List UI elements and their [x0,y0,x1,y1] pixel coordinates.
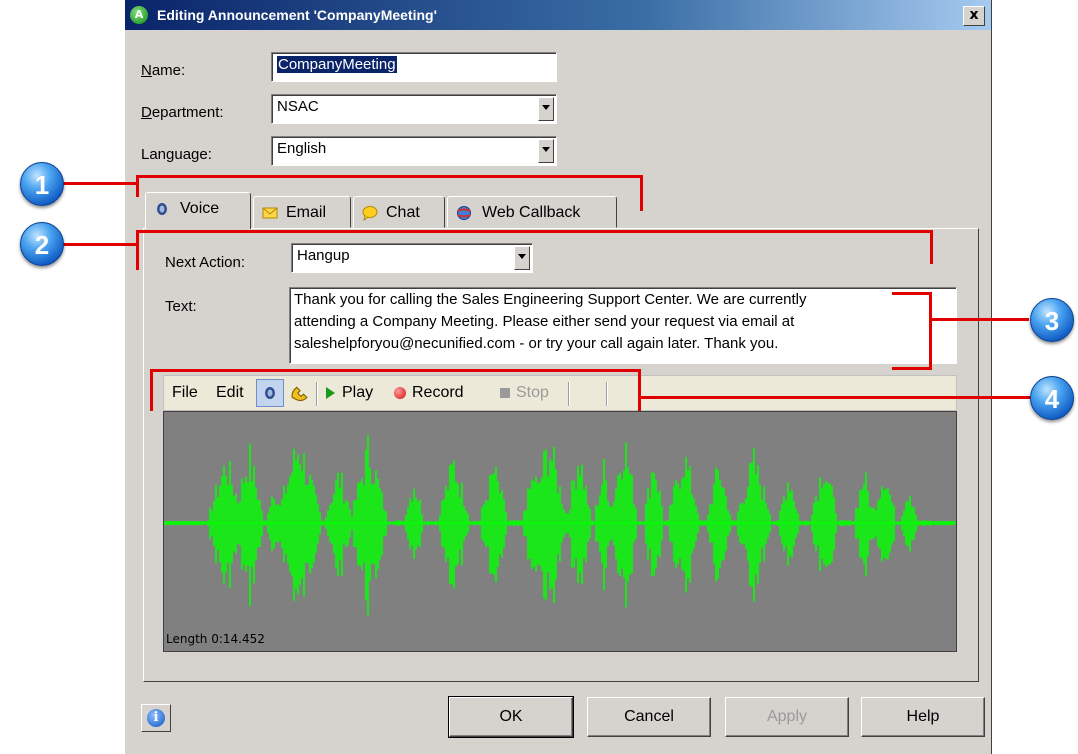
next-action-select[interactable]: Hangup [291,243,533,273]
close-button[interactable]: x [963,6,985,26]
chevron-down-icon[interactable] [514,246,530,270]
callout-4-badge: 4 [1030,376,1074,420]
callout-4-box [150,369,640,372]
language-select[interactable]: English [271,136,557,166]
callout-4-box [150,369,153,411]
apply-button[interactable]: Apply [725,697,849,737]
next-action-value: Hangup [297,247,350,264]
play-button[interactable]: Play [342,384,373,402]
tab-email[interactable]: Email [253,196,351,228]
callout-3-badge: 3 [1030,298,1074,342]
waveform-display[interactable]: Length 0:14.452 [163,411,957,652]
length-readout: Length 0:14.452 [166,632,265,646]
callout-2-box [136,230,932,233]
waveform-graph [164,435,956,616]
cancel-button[interactable]: Cancel [587,697,711,737]
tab-voice-label: Voice [180,200,220,217]
tab-web-callback[interactable]: Web Callback [447,196,617,228]
callout-2-line [62,243,138,246]
chevron-down-icon[interactable] [538,139,554,163]
text-label: Text: [165,298,197,315]
stop-icon [500,388,510,398]
name-input[interactable]: CompanyMeeting [271,52,557,82]
app-icon: A [130,6,148,24]
callout-2-badge: 2 [20,222,64,266]
phone-handset-icon [291,386,308,402]
speaker-icon [157,203,167,215]
help-button[interactable]: Help [861,697,985,737]
edit-menu[interactable]: Edit [216,384,244,402]
tab-web-callback-label: Web Callback [482,204,581,221]
waveform-trace [164,435,955,616]
department-label: Department: [141,104,224,121]
announcement-text-area[interactable]: Thank you for calling the Sales Engineer… [289,287,957,364]
ok-button[interactable]: OK [448,696,574,738]
chat-bubble-icon [362,206,378,221]
tab-chat[interactable]: Chat [353,196,445,228]
callout-3-line [929,318,1029,321]
callout-1-box [136,175,642,178]
toolbar-separator [316,382,318,406]
toolbar-separator [606,382,608,406]
callout-3-box [929,292,932,370]
speaker-mode-button[interactable] [256,379,284,407]
file-menu[interactable]: File [172,384,198,402]
stop-button[interactable]: Stop [516,384,549,402]
speaker-icon [265,387,275,399]
text-line: Thank you for calling the Sales Engineer… [294,291,807,308]
globe-phone-icon [457,206,471,220]
announcement-dialog: A Editing Announcement 'CompanyMeeting' … [124,0,992,754]
text-line: saleshelpforyou@necunified.com - or try … [294,335,779,352]
title-bar[interactable]: A Editing Announcement 'CompanyMeeting' … [125,0,991,30]
callout-2-box [930,230,933,264]
name-input-value: CompanyMeeting [277,56,397,73]
callout-1-badge: 1 [20,162,64,206]
record-icon [394,387,406,399]
info-icon: i [147,709,165,727]
record-button[interactable]: Record [412,384,464,402]
tab-email-label: Email [286,204,327,221]
callout-2-box [136,230,139,270]
name-label: Name: [141,62,186,79]
department-value: NSAC [277,98,319,115]
language-value: English [277,140,327,157]
tab-chat-label: Chat [386,204,420,221]
window-title: Editing Announcement 'CompanyMeeting' [157,7,437,23]
callout-3-box [892,367,932,370]
next-action-label: Next Action: [165,254,246,271]
play-icon [326,387,335,399]
phone-mode-button[interactable] [290,384,308,402]
audio-toolbar: File Edit Play Record Stop [163,375,957,411]
callout-1-line [62,182,138,185]
department-select[interactable]: NSAC [271,94,557,124]
envelope-icon [262,207,278,219]
toolbar-separator [568,382,570,406]
callout-1-line [136,175,139,197]
callout-4-box [638,369,641,411]
text-line: attending a Company Meeting. Please eith… [294,313,795,330]
callout-1-box [640,175,643,211]
info-button[interactable]: i [141,704,171,732]
chevron-down-icon[interactable] [538,97,554,121]
language-label: Language: [141,146,212,163]
tab-voice[interactable]: Voice [145,192,251,229]
callout-4-line [638,396,1032,399]
callout-3-box [892,292,932,295]
